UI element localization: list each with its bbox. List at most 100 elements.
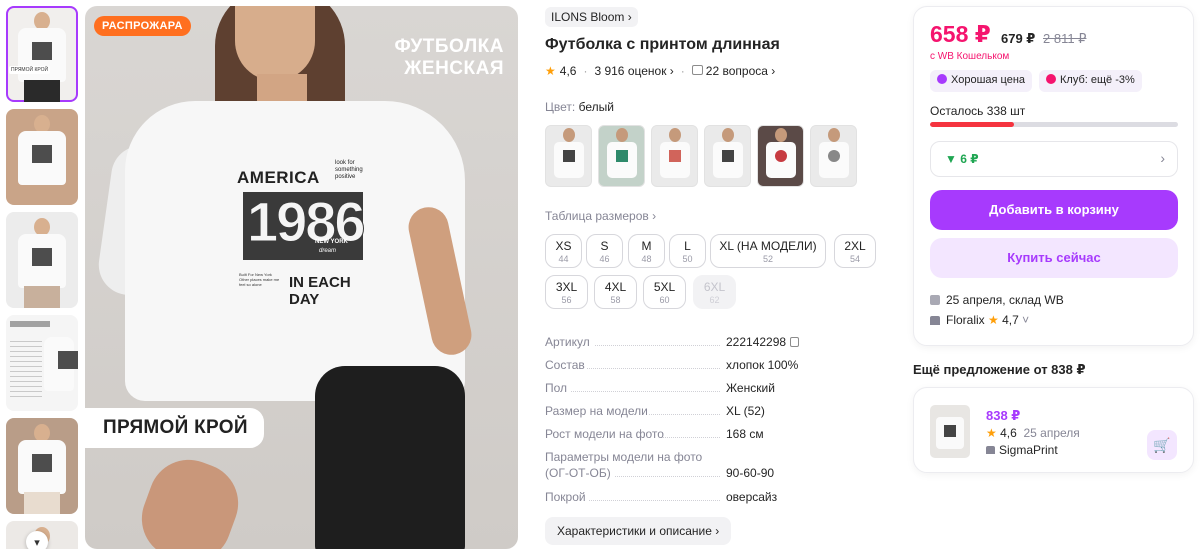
spec-key: Состав <box>545 358 585 372</box>
chat-icon <box>691 65 703 75</box>
reviews-link[interactable]: 3 916 оценок › <box>594 64 673 78</box>
swatch-print <box>828 150 840 162</box>
spec-value: 168 см <box>726 427 764 441</box>
color-swatches <box>545 125 857 187</box>
size-name: S <box>600 239 609 253</box>
size-ru: 60 <box>659 295 670 305</box>
wallet-note[interactable]: с WB Кошельком <box>930 51 1009 62</box>
buy-now-button[interactable]: Купить сейчас <box>930 238 1178 278</box>
size-ru: 58 <box>610 295 621 305</box>
size-table-link[interactable]: Таблица размеров › <box>545 209 656 223</box>
swatch-head <box>775 128 787 142</box>
questions-count: 22 вопроса <box>705 64 768 78</box>
spec-value: оверсайз <box>726 490 778 504</box>
thumbs-up-icon <box>937 74 947 84</box>
characteristics-label: Характеристики и описание <box>557 524 712 538</box>
size-xs[interactable]: XS 44 <box>545 234 582 268</box>
shop-icon <box>986 446 995 454</box>
thumb-badge: ПРЯМОЙ КРОЙ <box>9 66 51 74</box>
stock-text: Осталось 338 шт <box>930 104 1026 118</box>
size-s[interactable]: S 46 <box>586 234 623 268</box>
spec-dots <box>595 345 720 346</box>
brand-name: ILONS Bloom <box>551 10 625 24</box>
buy-box: 658 ₽ 679 ₽ 2 811 ₽ с WB Кошельком Хорош… <box>913 6 1194 346</box>
another-offer-card[interactable]: 838 ₽ ★ 4,6 25 апреля SigmaPrint 🛒 <box>913 387 1194 473</box>
color-label: Цвет: белый <box>545 100 614 114</box>
thumbnail-5[interactable] <box>6 418 78 514</box>
copy-icon[interactable] <box>790 337 800 347</box>
size-name: 6XL <box>703 280 726 294</box>
thumb-tshirt <box>18 234 66 288</box>
size-name: XS <box>555 239 572 253</box>
color-swatch-5[interactable] <box>757 125 804 187</box>
thumbnail-size-chart[interactable] <box>6 315 78 411</box>
size-m[interactable]: M 48 <box>628 234 665 268</box>
thumb-model-legs <box>24 80 60 102</box>
color-swatch-3[interactable] <box>651 125 698 187</box>
print-tiny-text: Built For New York Other places make me … <box>239 272 280 287</box>
spec-value: 90-60-90 <box>726 466 775 480</box>
spec-key: Артикул <box>545 335 590 349</box>
size-4xl[interactable]: 4XL 58 <box>594 275 637 309</box>
print-each-day-text: IN EACH DAY <box>289 274 351 308</box>
swatch-head <box>563 128 575 142</box>
thumbnail-3[interactable] <box>6 212 78 308</box>
swatch-head <box>828 128 840 142</box>
color-swatch-2[interactable] <box>598 125 645 187</box>
current-price: 658 ₽ <box>930 21 991 47</box>
star-icon: ★ <box>988 313 999 327</box>
swatch-head <box>669 128 681 142</box>
seller-name: Floralix <box>946 313 985 327</box>
size-name: 5XL <box>653 280 676 294</box>
reviews-count: 3 916 оценок <box>594 64 667 78</box>
thumb-size-chart-title <box>10 321 50 327</box>
offer-date: 25 апреля <box>1023 426 1080 440</box>
seller-row[interactable]: Floralix ★ 4,7 ˅ <box>930 313 1029 327</box>
color-value: белый <box>578 100 614 114</box>
color-swatch-4[interactable] <box>704 125 751 187</box>
print-america-text: AMERICA <box>237 168 320 187</box>
print-dream-text: dream <box>319 248 337 254</box>
cart-icon[interactable]: 🛒 <box>1147 430 1177 460</box>
club-chip[interactable]: Клуб: ещё -3% <box>1039 70 1142 92</box>
thumbnail-2[interactable] <box>6 109 78 205</box>
size-2xl[interactable]: 2XL 54 <box>834 234 876 268</box>
size-ru: 62 <box>709 295 720 305</box>
thumb-tshirt <box>44 337 78 391</box>
swatch-head <box>722 128 734 142</box>
thumbnail-1[interactable]: ПРЯМОЙ КРОЙ <box>6 6 78 102</box>
size-3xl[interactable]: 3XL 56 <box>545 275 588 309</box>
brand-link[interactable]: ILONS Bloom › <box>545 7 638 27</box>
swatch-print <box>563 150 575 162</box>
good-price-label: Хорошая цена <box>951 74 1026 86</box>
color-swatch-6[interactable] <box>810 125 857 187</box>
offer-price: 838 ₽ <box>986 408 1021 423</box>
bonus-row[interactable]: ▼ 6 ₽ › <box>930 141 1178 177</box>
size-xl[interactable]: XL (НА МОДЕЛИ) 52 <box>710 234 826 268</box>
model-leg <box>130 448 250 549</box>
chevron-down-icon[interactable]: ▾ <box>26 531 48 549</box>
size-l[interactable]: L 50 <box>669 234 706 268</box>
cut-badge: ПРЯМОЙ КРОЙ <box>85 408 264 448</box>
size-5xl[interactable]: 5XL 60 <box>643 275 686 309</box>
image-title-line1: ФУТБОЛКА <box>394 36 504 57</box>
spec-value: Женский <box>726 381 775 395</box>
size-name: 2XL <box>844 239 866 253</box>
main-product-image[interactable]: AMERICA look for something positive 1986… <box>85 6 518 549</box>
size-name: XL (НА МОДЕЛИ) <box>719 239 817 253</box>
offer-seller-row: SigmaPrint <box>986 443 1058 457</box>
another-offer-title: Ещё предложение от 838 ₽ <box>913 362 1086 377</box>
model-pants <box>315 366 465 549</box>
questions-link[interactable]: 22 вопроса › <box>691 64 775 78</box>
color-swatch-1[interactable] <box>545 125 592 187</box>
offer-thumbnail <box>930 405 970 458</box>
characteristics-button[interactable]: Характеристики и описание › <box>545 517 732 545</box>
good-price-chip[interactable]: Хорошая цена <box>930 70 1033 92</box>
add-to-cart-button[interactable]: Добавить в корзину <box>930 190 1178 230</box>
separator-dot: · <box>680 64 685 78</box>
star-icon: ★ <box>545 64 556 78</box>
club-label: Клуб: ещё -3% <box>1060 74 1135 86</box>
sale-badge: РАСПРОЖАРА <box>94 16 191 36</box>
size-name: 3XL <box>555 280 578 294</box>
chevron-right-icon: › <box>627 10 632 24</box>
